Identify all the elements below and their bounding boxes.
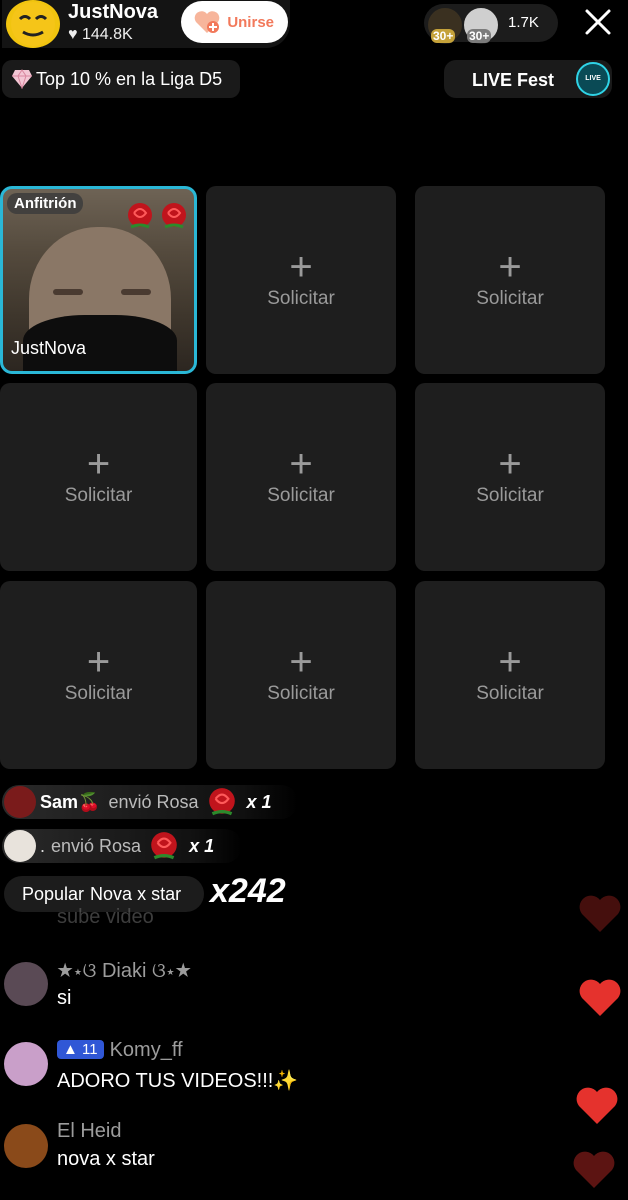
gift-notification[interactable]: . envió Rosa x 1: [2, 829, 242, 863]
chat-message: si: [57, 987, 72, 1009]
emoji-face-icon: [11, 2, 55, 46]
viewer-avatar[interactable]: 30+: [462, 6, 500, 44]
likes-count: 144.8K: [81, 26, 133, 43]
host-role-tag: Anfitrión: [7, 193, 84, 214]
join-heart-icon: [194, 11, 220, 33]
join-label: Unirse: [227, 13, 274, 31]
request-label: Solicitar: [64, 683, 133, 704]
live-fest-label: LIVE Fest: [472, 70, 555, 90]
request-slot[interactable]: + Solicitar: [0, 383, 197, 571]
host-name: JustNova: [68, 1, 159, 23]
chat-avatar[interactable]: [4, 1124, 48, 1168]
popular-name: Nova x star: [90, 883, 182, 904]
chat-message-faded: sube video: [57, 906, 154, 928]
chat-username[interactable]: ▲ 11 Komy_ff: [57, 1039, 183, 1062]
floating-heart-icon: [579, 895, 621, 932]
gift-action: envió Rosa: [108, 791, 199, 812]
request-label: Solicitar: [476, 485, 544, 506]
viewer-avatar[interactable]: 30+: [426, 6, 464, 44]
popular-label: Popular: [22, 883, 85, 904]
request-label: Solicitar: [267, 288, 335, 309]
fan-level-badge: ▲ 11: [57, 1040, 104, 1059]
chat-message: ADORO TUS VIDEOS!!!✨: [57, 1070, 299, 1092]
request-slot[interactable]: + Solicitar: [206, 383, 396, 571]
gift-notification[interactable]: Sam🍒 envió Rosa x 1: [2, 785, 298, 819]
plus-icon: +: [498, 442, 522, 486]
request-label: Solicitar: [267, 485, 335, 506]
league-rank-pill[interactable]: Top 10 % en la Liga D5: [2, 60, 240, 98]
live-fest-icon: LIVE: [576, 62, 610, 96]
chat-username[interactable]: El Heid: [57, 1120, 121, 1143]
close-icon[interactable]: [582, 6, 614, 38]
plus-icon: +: [289, 640, 313, 684]
host-avatar[interactable]: [6, 0, 60, 48]
request-label: Solicitar: [64, 485, 133, 506]
popular-count: x242: [210, 872, 286, 910]
plus-icon: +: [498, 640, 522, 684]
host-slot-name: JustNova: [11, 338, 87, 358]
floating-heart-icon: [576, 1087, 618, 1124]
gift-multiplier: x 1: [189, 835, 215, 856]
gift-sender-name: Sam🍒: [40, 791, 101, 812]
request-slot[interactable]: + Solicitar: [206, 186, 396, 374]
host-info-pill[interactable]: JustNova ♥ 144.8K Unirse: [2, 0, 290, 48]
rose-icon: [151, 832, 177, 860]
viewer-rank-badge: 30+: [467, 29, 492, 43]
request-slot[interactable]: + Solicitar: [415, 383, 605, 571]
chat-avatar[interactable]: [4, 1042, 48, 1086]
heart-small-icon: ♥: [68, 26, 78, 43]
gift-sender-name: .: [40, 835, 46, 856]
chat-username[interactable]: ★⋆ଓ Diaki ଓ⋆★: [57, 960, 191, 983]
chat-avatar[interactable]: [4, 962, 48, 1006]
request-label: Solicitar: [267, 683, 335, 704]
floating-heart-icon: [573, 1151, 615, 1188]
plus-icon: +: [289, 442, 313, 486]
viewers-pill[interactable]: 30+ 30+ 1.7K: [424, 4, 558, 44]
chat-message: nova x star: [57, 1148, 155, 1170]
gift-action: envió Rosa: [51, 835, 142, 856]
request-slot[interactable]: + Solicitar: [0, 581, 197, 769]
plus-icon: +: [86, 640, 111, 684]
host-likes: ♥ 144.8K: [68, 26, 133, 44]
gift-sender-avatar[interactable]: [4, 830, 36, 862]
plus-icon: +: [498, 245, 522, 289]
request-slot[interactable]: + Solicitar: [415, 186, 605, 374]
request-label: Solicitar: [476, 683, 544, 704]
plus-icon: +: [86, 442, 111, 486]
request-slot[interactable]: + Solicitar: [206, 581, 396, 769]
host-video-slot[interactable]: Anfitrión JustNova: [0, 186, 197, 374]
join-button[interactable]: Unirse: [181, 1, 288, 43]
viewer-rank-badge: 30+: [431, 29, 456, 43]
plus-icon: +: [289, 245, 313, 289]
request-slot[interactable]: + Solicitar: [415, 581, 605, 769]
floating-heart-icon: [579, 979, 621, 1016]
viewer-count: 1.7K: [508, 14, 539, 31]
league-text: Top 10 % en la Liga D5: [36, 68, 223, 89]
diamond-icon: [12, 69, 32, 89]
rose-icon: [208, 788, 235, 816]
request-label: Solicitar: [476, 288, 544, 309]
gift-sender-avatar[interactable]: [4, 786, 36, 818]
live-fest-pill[interactable]: LIVE Fest LIVE: [444, 60, 612, 98]
rose-icon: [128, 203, 152, 229]
gift-multiplier: x 1: [246, 791, 272, 812]
rose-icon: [162, 203, 186, 229]
